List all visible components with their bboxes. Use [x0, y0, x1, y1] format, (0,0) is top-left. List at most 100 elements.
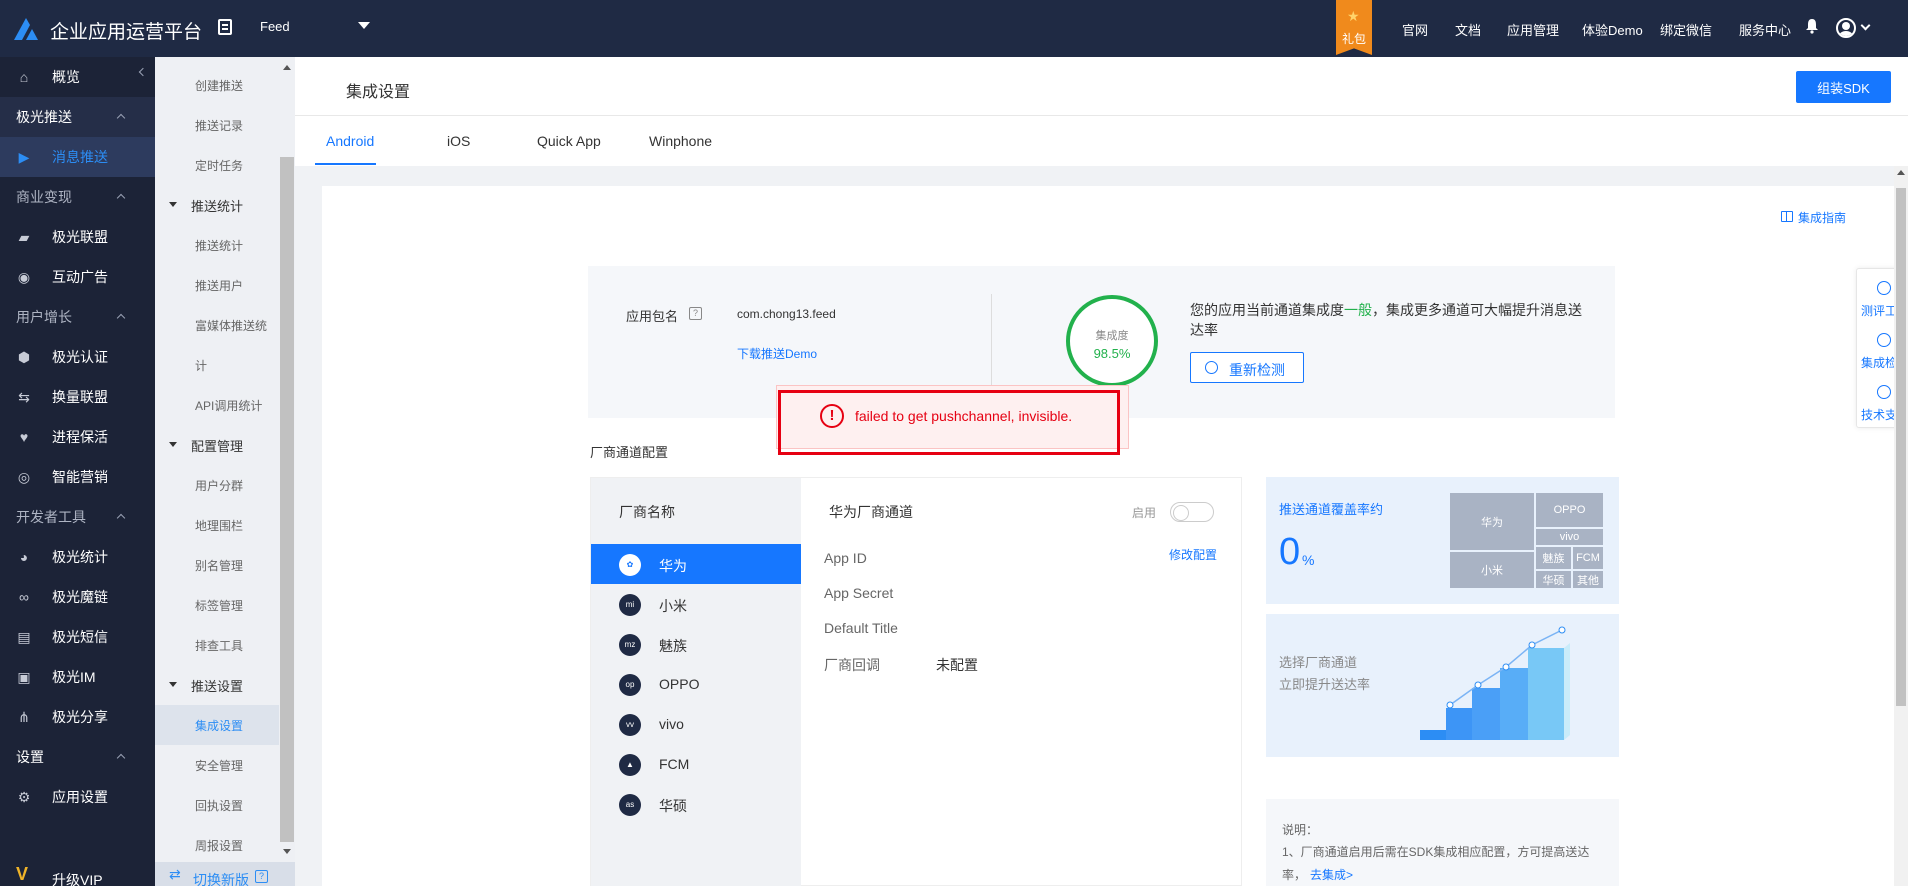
sidebar-item-share[interactable]: ⋔ 极光分享 [0, 697, 155, 737]
subnav-integration[interactable]: 集成设置 [155, 705, 279, 745]
wallet-icon: ▰ [18, 228, 30, 245]
download-demo-link[interactable]: 下载推送Demo [737, 345, 817, 362]
sidebar-group-settings[interactable]: 设置 [0, 737, 155, 777]
help-icon[interactable]: ? [255, 870, 268, 883]
subnav-troubleshoot[interactable]: 排查工具 [155, 625, 279, 665]
nav-official-site[interactable]: 官网 [1402, 20, 1428, 39]
note-line-2: 率， [1282, 868, 1307, 882]
scroll-up-icon[interactable] [1897, 170, 1905, 175]
nav-docs[interactable]: 文档 [1455, 20, 1481, 39]
home-icon: ⌂ [19, 69, 29, 85]
subnav-rich-media[interactable]: 富媒体推送统 [155, 305, 279, 345]
sidebar-group-push[interactable]: 极光推送 [0, 97, 155, 137]
sidebar-item-interactive-ads[interactable]: ◉ 互动广告 [0, 257, 155, 297]
sidebar-item-stats[interactable]: ◕ 极光统计 [0, 537, 155, 577]
subnav-rich-media-cont[interactable]: 计 [155, 345, 279, 385]
subnav-push-stats[interactable]: 推送统计 [155, 225, 279, 265]
subnav-scheduled[interactable]: 定时任务 [155, 145, 279, 185]
subnav-group-stats[interactable]: 推送统计 [155, 185, 279, 225]
target-icon: ◉ [17, 268, 31, 285]
tab-winphone[interactable]: Winphone [649, 133, 712, 149]
subnav-push-users[interactable]: 推送用户 [155, 265, 279, 305]
vendor-item-huawei[interactable]: ✿ 华为 [591, 544, 801, 584]
sidebar-item-keepalive[interactable]: ♥ 进程保活 [0, 417, 155, 457]
integration-gauge: 集成度 98.5% [1066, 295, 1158, 387]
gift-badge[interactable]: ★ 礼包 [1336, 0, 1372, 55]
sidebar-group-growth[interactable]: 用户增长 [0, 297, 155, 337]
subnav-alias[interactable]: 别名管理 [155, 545, 279, 585]
modify-config-link[interactable]: 修改配置 [1169, 546, 1217, 563]
subnav-segments[interactable]: 用户分群 [155, 465, 279, 505]
sidebar-item-smart-marketing[interactable]: ◎ 智能营销 [0, 457, 155, 497]
caret-down-icon[interactable] [358, 22, 370, 29]
build-sdk-button[interactable]: 组装SDK [1796, 71, 1891, 103]
subnav-security[interactable]: 安全管理 [155, 745, 279, 785]
subnav-label: 安全管理 [195, 759, 244, 773]
nav-service-center[interactable]: 服务中心 [1739, 20, 1791, 39]
subnav-callback[interactable]: 回执设置 [155, 785, 279, 825]
jiguang-logo-icon[interactable] [12, 14, 40, 42]
enable-toggle[interactable] [1170, 502, 1214, 522]
help-icon[interactable]: ? [689, 307, 702, 320]
shield-icon: ⬢ [17, 348, 31, 365]
sidebar-item-label: 极光IM [52, 669, 96, 685]
scrollbar-thumb[interactable] [1896, 188, 1906, 706]
vendor-item-fcm[interactable]: ▲ FCM [591, 744, 801, 784]
app-selector[interactable]: Feed [260, 19, 290, 34]
vendor-name: vivo [659, 716, 684, 732]
sidebar-item-im[interactable]: ▣ 极光IM [0, 657, 155, 697]
tab-android[interactable]: Android [326, 133, 374, 149]
subnav-create-push[interactable]: 创建推送 [155, 65, 279, 105]
subnav-weekly[interactable]: 周报设置 [155, 825, 279, 865]
main-scrollbar[interactable] [1894, 166, 1908, 886]
sidebar-item-auth[interactable]: ⬢ 极光认证 [0, 337, 155, 377]
chevron-down-icon[interactable] [1860, 20, 1871, 31]
scroll-up-icon[interactable] [283, 65, 291, 70]
go-integrate-link[interactable]: 去集成> [1310, 866, 1353, 883]
bell-icon[interactable] [1805, 18, 1819, 34]
subnav-push-records[interactable]: 推送记录 [155, 105, 279, 145]
share-icon: ⋔ [18, 708, 30, 725]
subnav-group-label: 配置管理 [191, 439, 244, 454]
vendor-item-asus[interactable]: as 华硕 [591, 784, 801, 824]
vendor-item-xiaomi[interactable]: mi 小米 [591, 584, 801, 624]
vendor-item-oppo[interactable]: op OPPO [591, 664, 801, 704]
sidebar-item-app-settings[interactable]: ⚙ 应用设置 [0, 777, 155, 817]
sidebar-group-devtools[interactable]: 开发者工具 [0, 497, 155, 537]
nav-bind-wechat[interactable]: 绑定微信 [1660, 20, 1712, 39]
subnav-geofence[interactable]: 地理围栏 [155, 505, 279, 545]
sidebar-item-magic-link[interactable]: ∞ 极光魔链 [0, 577, 155, 617]
sidebar-item-overview[interactable]: ⌂ 概览 [0, 57, 155, 97]
switch-label: 切换新版 [193, 872, 249, 886]
vendor-item-vivo[interactable]: vv vivo [591, 704, 801, 744]
switch-new-version[interactable]: ⇄ 切换新版 ? [155, 862, 295, 886]
sidebar-group-monetize[interactable]: 商业变现 [0, 177, 155, 217]
subnav-group-push-settings[interactable]: 推送设置 [155, 665, 279, 705]
scrollbar-thumb[interactable] [280, 157, 294, 842]
sidebar-item-message-push[interactable]: ▶ 消息推送 [0, 137, 155, 177]
sidebar-item-label: 极光统计 [52, 549, 108, 565]
tab-quick-app[interactable]: Quick App [537, 133, 601, 149]
subnav-label: 地理围栏 [195, 519, 244, 533]
treemap-cell-meizu: 魅族 [1535, 546, 1572, 570]
user-avatar-icon[interactable] [1836, 18, 1856, 38]
integration-guide-link[interactable]: 集成指南 [1781, 209, 1846, 226]
upgrade-vip[interactable]: V 升级VIP [0, 858, 155, 886]
nav-app-management[interactable]: 应用管理 [1507, 20, 1559, 39]
heartbeat-icon: ♥ [19, 429, 29, 445]
vendor-item-meizu[interactable]: mz 魅族 [591, 624, 801, 664]
sidebar-item-exchange[interactable]: ⇆ 换量联盟 [0, 377, 155, 417]
sidebar-item-sms[interactable]: ▤ 极光短信 [0, 617, 155, 657]
subnav-tags[interactable]: 标签管理 [155, 585, 279, 625]
tab-ios[interactable]: iOS [447, 133, 470, 149]
scroll-down-icon[interactable] [283, 849, 291, 854]
subnav-scrollbar[interactable] [279, 57, 295, 862]
platform-title: 企业应用运营平台 [50, 22, 203, 43]
config-label-app-id: App ID [824, 550, 867, 566]
recheck-button[interactable]: 重新检测 [1190, 352, 1304, 383]
nav-demo[interactable]: 体验Demo [1582, 20, 1643, 39]
app-doc-icon[interactable] [218, 19, 232, 35]
subnav-group-config[interactable]: 配置管理 [155, 425, 279, 465]
subnav-api-stats[interactable]: API调用统计 [155, 385, 279, 425]
sidebar-item-alliance[interactable]: ▰ 极光联盟 [0, 217, 155, 257]
